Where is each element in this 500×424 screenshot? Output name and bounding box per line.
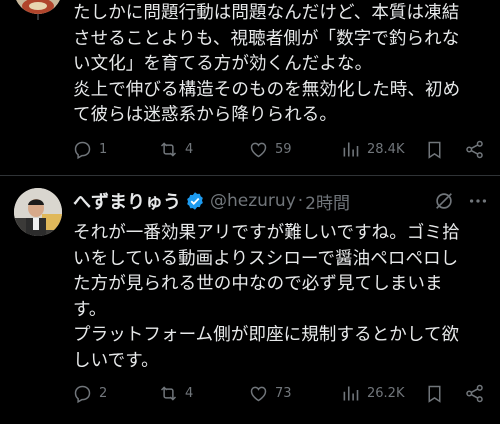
grok-icon[interactable] <box>433 190 455 212</box>
reply-count: 1 <box>99 142 108 157</box>
dot-separator: · <box>297 191 304 211</box>
repost-button[interactable]: 4 <box>158 383 193 404</box>
reply-count: 2 <box>99 386 108 401</box>
handle[interactable]: @hezuruy <box>210 191 296 211</box>
verified-badge-icon <box>187 192 203 210</box>
repost-icon <box>160 142 177 157</box>
tweet-header: へずまりゅう @hezuruy · 2時間 <box>73 188 493 214</box>
share-button[interactable] <box>464 383 491 404</box>
like-icon <box>250 142 267 158</box>
repost-count: 4 <box>185 386 194 401</box>
tweet-text: たしかに問題行動は問題なんだけど、本質は凍結 させることよりも、視聴者側が「数字… <box>73 3 461 125</box>
reply-button[interactable]: 2 <box>72 383 107 404</box>
like-button[interactable]: 59 <box>248 139 292 160</box>
like-button[interactable]: 73 <box>248 383 292 404</box>
views-count: 28.4K <box>367 142 405 157</box>
bookmark-icon <box>428 141 441 159</box>
like-icon <box>250 386 267 402</box>
reply-button[interactable]: 1 <box>72 139 107 160</box>
tweet-text: それが一番効果アリですが難しいですね。ゴミ拾 いをしている動画よりスシローで醤油… <box>73 223 460 371</box>
share-button[interactable] <box>464 139 491 160</box>
repost-count: 4 <box>185 142 194 157</box>
repost-icon <box>160 386 177 401</box>
action-bar: 1 4 59 28.4K <box>72 139 492 163</box>
more-icon[interactable] <box>467 190 489 212</box>
thread-line <box>37 14 39 20</box>
views-button[interactable]: 26.2K <box>340 383 404 404</box>
repost-button[interactable]: 4 <box>158 139 193 160</box>
avatar[interactable] <box>14 0 62 14</box>
views-icon <box>343 142 359 157</box>
avatar[interactable] <box>14 188 62 236</box>
action-bar: 2 4 73 26.2K <box>72 383 492 407</box>
timestamp[interactable]: 2時間 <box>305 189 350 214</box>
like-count: 73 <box>275 386 292 401</box>
views-count: 26.2K <box>367 386 405 401</box>
tweet-1[interactable]: たしかに問題行動は問題なんだけど、本質は凍結 させることよりも、視聴者側が「数字… <box>0 0 500 175</box>
views-button[interactable]: 28.4K <box>340 139 404 160</box>
bookmark-button[interactable] <box>424 139 451 160</box>
bookmark-icon <box>428 385 441 403</box>
tweet-2[interactable]: へずまりゅう @hezuruy · 2時間 それが一番効果アリですが難しいですね… <box>0 175 500 424</box>
reply-icon <box>74 141 91 160</box>
bookmark-button[interactable] <box>424 383 451 404</box>
views-icon <box>343 386 359 401</box>
share-icon <box>466 140 483 159</box>
like-count: 59 <box>275 142 292 157</box>
reply-icon <box>74 385 91 404</box>
display-name[interactable]: へずまりゅう <box>73 188 181 214</box>
share-icon <box>466 384 483 403</box>
